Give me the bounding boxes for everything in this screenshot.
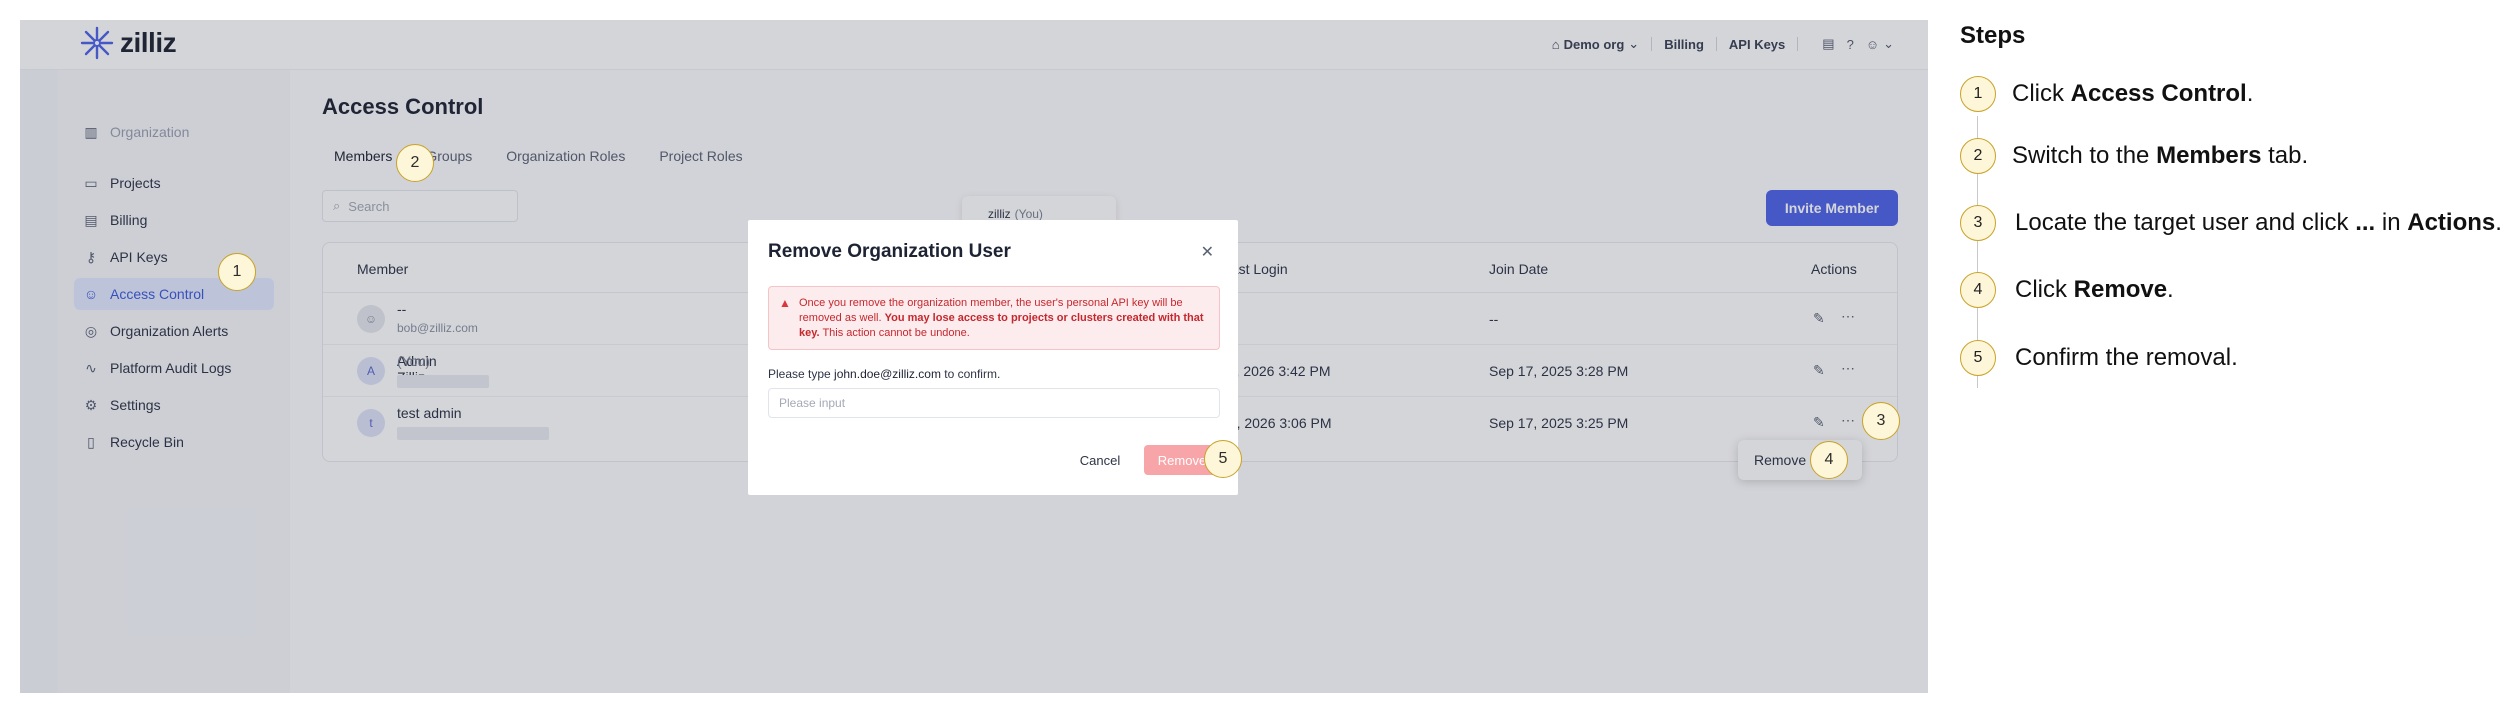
step-marker-3: 3 bbox=[1862, 402, 1900, 440]
step-text-part: . bbox=[2167, 276, 2174, 303]
warning-text-2: This action cannot be undone. bbox=[819, 327, 970, 339]
step-text: Click Access Control. bbox=[2012, 80, 2253, 108]
step-marker-1: 1 bbox=[218, 253, 256, 291]
step-text-part: Switch to the bbox=[2012, 142, 2157, 169]
step-number: 3 bbox=[1960, 205, 1996, 241]
modal-title: Remove Organization User bbox=[768, 241, 1011, 262]
step-number: 5 bbox=[1960, 340, 1996, 376]
warning-icon: ▲ bbox=[779, 296, 791, 310]
close-icon[interactable]: ✕ bbox=[1201, 242, 1214, 262]
steps-title: Steps bbox=[1960, 22, 2026, 49]
step-text-part: Confirm the removal. bbox=[2015, 344, 2238, 371]
confirm-instruction: Please type john.doe@zilliz.com to confi… bbox=[768, 367, 1000, 381]
confirm-email: john.doe@zilliz.com bbox=[834, 367, 941, 381]
step-marker-2: 2 bbox=[396, 144, 434, 182]
step-text-part: Click bbox=[2015, 276, 2074, 303]
confirm-suffix: to confirm. bbox=[940, 367, 1001, 381]
step-text: Locate the target user and click ... in … bbox=[2015, 209, 2502, 237]
step-text-bold: Remove bbox=[2073, 276, 2168, 303]
input-placeholder: Please input bbox=[779, 396, 846, 410]
step-text-bold: Access Control bbox=[2070, 80, 2247, 107]
step-marker-4: 4 bbox=[1810, 441, 1848, 479]
confirm-email-input[interactable]: Please input bbox=[768, 388, 1220, 418]
cancel-button[interactable]: Cancel bbox=[1062, 445, 1138, 475]
step-text: Click Remove. bbox=[2015, 276, 2174, 304]
step-text-part: in bbox=[2375, 209, 2408, 236]
step-text-part: . bbox=[2246, 80, 2254, 107]
step-text-part: tab. bbox=[2261, 142, 2309, 169]
warning-alert: ▲ Once you remove the organization membe… bbox=[768, 286, 1220, 350]
step-text-part: Locate the target user and click bbox=[2015, 209, 2356, 236]
step-marker-5: 5 bbox=[1204, 440, 1242, 478]
step-text-bold: ... bbox=[2355, 209, 2376, 236]
step-text-bold: Actions bbox=[2407, 209, 2496, 236]
step-text-bold: Members bbox=[2156, 142, 2262, 169]
step-number: 1 bbox=[1960, 76, 1996, 112]
confirm-prefix: Please type bbox=[768, 367, 835, 381]
step-text: Confirm the removal. bbox=[2015, 344, 2238, 372]
step-number: 2 bbox=[1960, 138, 1996, 174]
step-text-part: . bbox=[2495, 209, 2502, 236]
step-text-part: Click bbox=[2012, 80, 2071, 107]
step-text: Switch to the Members tab. bbox=[2012, 142, 2308, 170]
app-screenshot: zilliz ⌂ Demo org ⌄ Billing API Keys ▤ ?… bbox=[20, 20, 1928, 693]
step-number: 4 bbox=[1960, 272, 1996, 308]
steps-panel: Steps 1 Click Access Control. 2 Switch t… bbox=[1958, 20, 2502, 693]
remove-user-modal: Remove Organization User ✕ ▲ Once you re… bbox=[748, 220, 1238, 495]
